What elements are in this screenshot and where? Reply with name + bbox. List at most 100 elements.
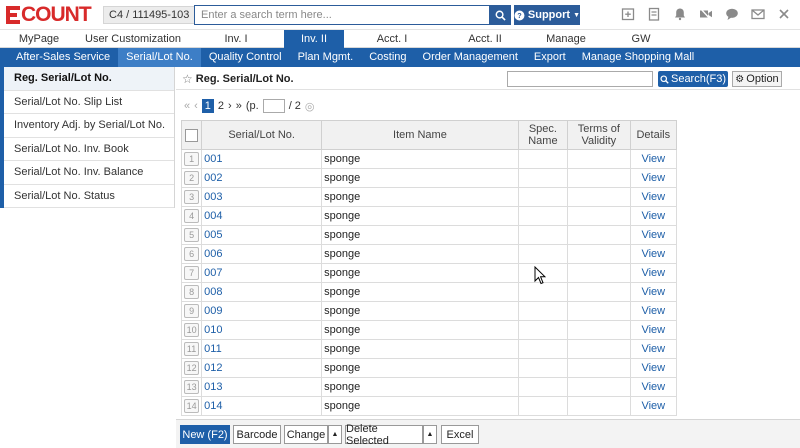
sub-tab-serial-lot-no[interactable]: Serial/Lot No. <box>118 48 201 67</box>
search-f3-button[interactable]: Search(F3) <box>658 71 728 87</box>
sidebar-item-serial-lot-no-slip-list[interactable]: Serial/Lot No. Slip List <box>0 90 174 114</box>
row-number[interactable]: 7 <box>184 266 200 280</box>
view-link[interactable]: View <box>629 149 678 169</box>
delete-dropdown-button[interactable]: ▲ <box>423 425 437 444</box>
row-number-cell[interactable]: 14 <box>180 396 203 416</box>
serial-no-cell[interactable]: 013 <box>201 377 323 397</box>
table-row[interactable]: 1 001 sponge View <box>180 149 678 169</box>
global-search-input[interactable]: Enter a search term here... <box>194 5 490 25</box>
main-tab-inv-i[interactable]: Inv. I <box>188 30 284 48</box>
sub-tab-order-management[interactable]: Order Management <box>415 48 526 67</box>
view-link[interactable]: View <box>629 358 678 378</box>
first-page-icon[interactable]: « <box>184 100 190 112</box>
row-number[interactable]: 3 <box>184 190 200 204</box>
bell-icon[interactable] <box>672 6 688 22</box>
main-tab-gw[interactable]: GW <box>602 30 680 48</box>
serial-no-cell[interactable]: 010 <box>201 320 323 340</box>
row-number-cell[interactable]: 2 <box>180 168 203 188</box>
row-number[interactable]: 12 <box>184 361 200 375</box>
main-tab-acct-i[interactable]: Acct. I <box>344 30 440 48</box>
main-tab-mypage[interactable]: MyPage <box>0 30 78 48</box>
row-number-cell[interactable]: 1 <box>180 149 203 169</box>
row-number[interactable]: 9 <box>184 304 200 318</box>
page-number-input[interactable] <box>262 99 285 113</box>
row-number[interactable]: 6 <box>184 247 200 261</box>
table-row[interactable]: 9 009 sponge View <box>180 301 678 321</box>
next-page-icon[interactable]: › <box>228 100 232 112</box>
view-link[interactable]: View <box>629 282 678 302</box>
table-row[interactable]: 13 013 sponge View <box>180 377 678 397</box>
main-tab-user-customization[interactable]: User Customization <box>78 30 188 48</box>
serial-no-cell[interactable]: 008 <box>201 282 323 302</box>
global-search-button[interactable] <box>490 5 511 25</box>
view-link[interactable]: View <box>629 396 678 416</box>
table-row[interactable]: 11 011 sponge View <box>180 339 678 359</box>
header-validity[interactable]: Terms of Validity <box>567 120 631 150</box>
row-number[interactable]: 11 <box>184 342 200 356</box>
sidebar-item-serial-lot-no-inv-balance[interactable]: Serial/Lot No. Inv. Balance <box>0 161 174 185</box>
table-row[interactable]: 12 012 sponge View <box>180 358 678 378</box>
sub-tab-after-sales-service[interactable]: After-Sales Service <box>8 48 118 67</box>
sub-tab-costing[interactable]: Costing <box>361 48 414 67</box>
excel-button[interactable]: Excel <box>441 425 479 444</box>
sidebar-item-serial-lot-no-inv-book[interactable]: Serial/Lot No. Inv. Book <box>0 137 174 161</box>
star-icon[interactable]: ☆ <box>182 72 193 86</box>
view-link[interactable]: View <box>629 244 678 264</box>
mail-icon[interactable] <box>750 6 766 22</box>
view-link[interactable]: View <box>629 206 678 226</box>
sub-tab-export[interactable]: Export <box>526 48 574 67</box>
document-icon[interactable] <box>646 6 662 22</box>
chat-icon[interactable] <box>724 6 740 22</box>
table-row[interactable]: 2 002 sponge View <box>180 168 678 188</box>
main-tab-inv-ii[interactable]: Inv. II <box>284 30 344 48</box>
serial-no-cell[interactable]: 003 <box>201 187 323 207</box>
serial-no-cell[interactable]: 007 <box>201 263 323 283</box>
serial-no-cell[interactable]: 006 <box>201 244 323 264</box>
page-2[interactable]: 2 <box>218 100 224 112</box>
serial-no-cell[interactable]: 004 <box>201 206 323 226</box>
row-number-cell[interactable]: 10 <box>180 320 203 340</box>
row-number[interactable]: 1 <box>184 152 200 166</box>
add-window-icon[interactable] <box>620 6 636 22</box>
serial-no-cell[interactable]: 009 <box>201 301 323 321</box>
row-number-cell[interactable]: 5 <box>180 225 203 245</box>
row-number[interactable]: 2 <box>184 171 200 185</box>
serial-no-cell[interactable]: 014 <box>201 396 323 416</box>
serial-no-cell[interactable]: 001 <box>201 149 323 169</box>
close-icon[interactable] <box>776 6 792 22</box>
page-1[interactable]: 1 <box>201 99 214 113</box>
table-row[interactable]: 6 006 sponge View <box>180 244 678 264</box>
view-link[interactable]: View <box>629 168 678 188</box>
option-button[interactable]: ⚙ Option <box>732 71 782 87</box>
delete-selected-button[interactable]: Delete Selected <box>345 423 423 447</box>
header-spec-name[interactable]: Spec. Name <box>517 120 569 150</box>
row-number-cell[interactable]: 4 <box>180 206 203 226</box>
sidebar-item-serial-lot-no-status[interactable]: Serial/Lot No. Status <box>0 184 174 208</box>
sub-tab-manage-shopping-mall[interactable]: Manage Shopping Mall <box>574 48 703 67</box>
view-link[interactable]: View <box>629 225 678 245</box>
row-number-cell[interactable]: 11 <box>180 339 203 359</box>
sidebar-item-inventory-adj-by-serial-lot-no[interactable]: Inventory Adj. by Serial/Lot No. <box>0 114 174 138</box>
row-number[interactable]: 10 <box>184 323 200 337</box>
change-button[interactable]: Change <box>284 425 328 444</box>
view-link[interactable]: View <box>629 377 678 397</box>
serial-no-cell[interactable]: 002 <box>201 168 323 188</box>
last-page-icon[interactable]: » <box>236 100 242 112</box>
video-off-icon[interactable] <box>698 6 714 22</box>
header-serial[interactable]: Serial/Lot No. <box>201 120 323 150</box>
serial-no-cell[interactable]: 011 <box>201 339 323 359</box>
row-number-cell[interactable]: 3 <box>180 187 203 207</box>
company-code[interactable]: C4 / 111495-103 <box>103 6 196 24</box>
row-number[interactable]: 14 <box>184 399 200 413</box>
view-link[interactable]: View <box>629 339 678 359</box>
row-number-cell[interactable]: 6 <box>180 244 203 264</box>
row-number[interactable]: 13 <box>184 380 200 394</box>
table-row[interactable]: 5 005 sponge View <box>180 225 678 245</box>
row-number[interactable]: 5 <box>184 228 200 242</box>
view-link[interactable]: View <box>629 301 678 321</box>
row-number[interactable]: 4 <box>184 209 200 223</box>
row-number-cell[interactable]: 12 <box>180 358 203 378</box>
main-tab-acct-ii[interactable]: Acct. II <box>440 30 530 48</box>
row-number-cell[interactable]: 9 <box>180 301 203 321</box>
support-button[interactable]: ? Support ▼ <box>514 5 580 25</box>
